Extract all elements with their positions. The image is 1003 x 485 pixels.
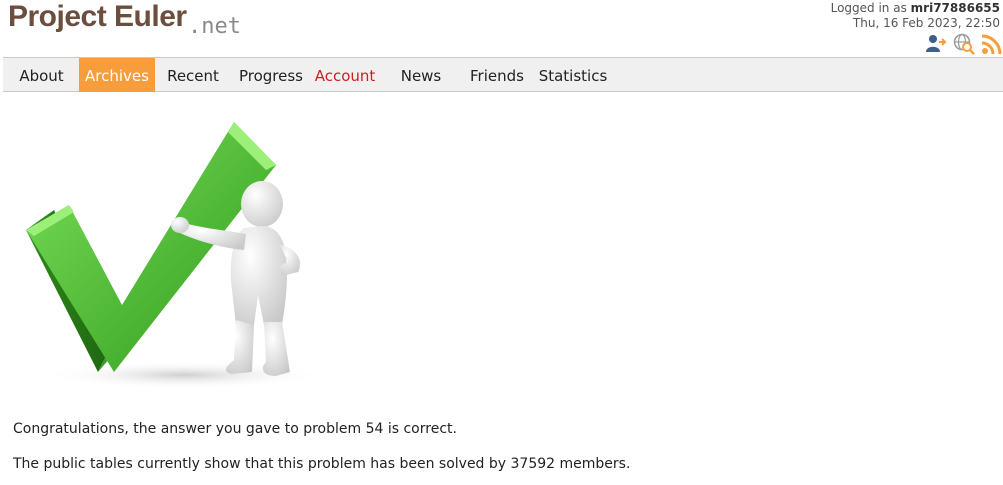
site-logo-suffix: .net xyxy=(188,14,241,39)
nav-account[interactable]: Account xyxy=(312,58,378,92)
login-status: Logged in as mri77886655 xyxy=(831,1,1000,16)
header: Project Euler .net Logged in as mri77886… xyxy=(0,0,1003,57)
logged-in-label: Logged in as xyxy=(830,1,907,15)
correct-answer-message: Congratulations, the answer you gave to … xyxy=(13,421,457,437)
nav-friends[interactable]: Friends xyxy=(467,58,527,92)
solved-count-message: The public tables currently show that th… xyxy=(13,456,631,472)
nav-archives[interactable]: Archives xyxy=(79,58,155,92)
username: mri77886655 xyxy=(910,1,1000,15)
rss-icon[interactable] xyxy=(981,33,1003,55)
nav-recent[interactable]: Recent xyxy=(161,58,225,92)
nav-news[interactable]: News xyxy=(393,58,449,92)
current-datetime: Thu, 16 Feb 2023, 22:50 xyxy=(852,16,1000,30)
nav-statistics[interactable]: Statistics xyxy=(538,58,608,92)
account-icon[interactable] xyxy=(925,33,947,55)
user-info: Logged in as mri77886655 Thu, 16 Feb 202… xyxy=(831,1,1000,31)
site-logo[interactable]: Project Euler xyxy=(8,0,187,34)
header-icons xyxy=(925,33,1003,55)
nav-progress[interactable]: Progress xyxy=(233,58,309,92)
main-nav: About Archives Recent Progress Account N… xyxy=(3,57,1003,92)
globe-search-icon[interactable] xyxy=(953,33,975,55)
nav-about[interactable]: About xyxy=(10,58,73,92)
correct-checkmark-figure xyxy=(26,122,324,389)
